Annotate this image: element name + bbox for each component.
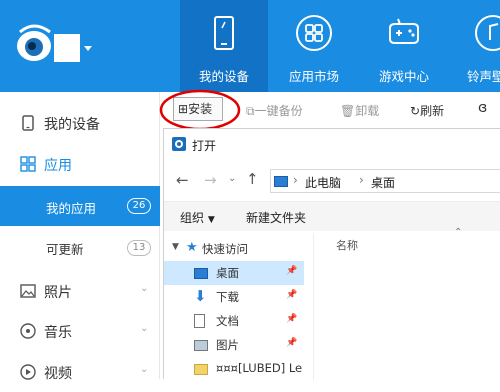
sidebar-item-apps[interactable]: 应用	[0, 144, 160, 184]
app-small-icon	[172, 137, 186, 151]
tab-label: 应用市场	[288, 69, 339, 84]
tab-app-market[interactable]: 应用市场	[270, 0, 358, 92]
tree-item-pictures[interactable]: 图片 📌	[164, 333, 304, 357]
chevron-down-icon: ⌄	[140, 364, 149, 375]
open-file-dialog: 打开 ← → ⌄ ↑ › 此电脑 › 桌面 组织 ▼ 新建文件夹 ▼ ★ 快速访…	[163, 128, 500, 380]
backup-label: 一键备份	[254, 104, 303, 118]
tree-item-documents[interactable]: 文档 📌	[164, 309, 304, 333]
refresh-icon: ↻	[410, 104, 421, 118]
breadcrumb-separator: ›	[293, 173, 298, 187]
tab-label: 游戏中心	[378, 69, 429, 84]
star-icon: ★	[186, 240, 198, 255]
install-label: 安装	[188, 102, 213, 116]
more-icon[interactable]: ɞ	[478, 100, 487, 116]
organize-label: 组织	[180, 211, 205, 225]
folder-icon	[194, 364, 208, 375]
sidebar-item-label: 可更新	[46, 242, 84, 257]
copy-icon: ⧉	[246, 104, 255, 118]
back-arrow-icon[interactable]: ←	[176, 171, 189, 189]
tree-item-label: 下载	[216, 290, 239, 304]
picture-icon	[194, 340, 208, 351]
tree-item-label: 桌面	[216, 266, 239, 280]
plus-icon: ⊞	[178, 102, 189, 116]
tab-ringtones[interactable]: 铃声壁	[455, 0, 500, 92]
chevron-down-icon: ▼	[207, 215, 215, 225]
desktop-icon	[274, 176, 288, 187]
sidebar-item-my-device[interactable]: 我的设备	[0, 103, 160, 143]
sidebar-item-video[interactable]: 视频 ⌄	[0, 352, 160, 392]
music-icon	[475, 15, 500, 51]
sidebar-item-label: 音乐	[44, 325, 72, 341]
tree-item-folder[interactable]: ¤¤¤[LUBED] Le	[164, 357, 314, 381]
sidebar-item-label: 应用	[44, 158, 72, 174]
address-bar[interactable]: › 此电脑 › 桌面	[270, 169, 500, 193]
tab-label: 我的设备	[198, 69, 249, 84]
sidebar-item-my-apps[interactable]: 我的应用 26	[0, 186, 160, 226]
tree-item-downloads[interactable]: ⬇ 下载 📌	[164, 285, 304, 309]
dialog-title: 打开	[192, 139, 217, 153]
phone-icon	[22, 115, 34, 131]
sidebar-item-photos[interactable]: 照片 ⌄	[0, 271, 160, 311]
sidebar-item-music[interactable]: 音乐 ⌄	[0, 311, 160, 351]
app-logo-icon	[17, 24, 92, 62]
photo-icon	[20, 284, 36, 298]
pin-icon: 📌	[286, 314, 298, 324]
address-row: ← → ⌄ ↑ › 此电脑 › 桌面	[164, 159, 500, 201]
navigation-tree: ▼ ★ 快速访问 桌面 📌 ⬇ 下载 📌 文档 📌 图片 📌 ¤¤¤[LUBED…	[164, 233, 314, 380]
uninstall-button[interactable]: 🗑卸载	[340, 102, 379, 119]
video-icon	[20, 364, 36, 380]
tree-item-label: 图片	[216, 338, 239, 352]
column-header-name[interactable]: 名称	[336, 237, 358, 253]
apps-icon	[20, 156, 36, 172]
count-badge: 26	[127, 198, 151, 214]
tree-item-desktop[interactable]: 桌面 📌	[164, 261, 304, 285]
sidebar-item-label: 照片	[44, 285, 72, 301]
backup-button[interactable]: ⧉一键备份	[246, 102, 303, 119]
sidebar-item-updatable[interactable]: 可更新 13	[0, 228, 160, 268]
refresh-label: 刷新	[420, 104, 445, 118]
command-bar: 组织 ▼ 新建文件夹	[164, 201, 500, 231]
organize-button[interactable]: 组织 ▼	[180, 209, 215, 226]
sidebar-item-label: 视频	[44, 366, 72, 382]
forward-arrow-icon[interactable]: →	[204, 171, 217, 189]
tree-item-quick-access[interactable]: ▼ ★ 快速访问	[164, 237, 304, 261]
expand-arrow-icon[interactable]: ▼	[172, 242, 179, 252]
install-button[interactable]: ⊞安装	[173, 97, 223, 121]
desktop-icon	[194, 268, 208, 279]
tree-item-label: ¤¤¤[LUBED] Le	[216, 361, 303, 375]
up-arrow-icon[interactable]: ↑	[246, 170, 259, 188]
pin-icon: 📌	[286, 338, 298, 348]
tab-label: 铃声壁	[467, 69, 500, 84]
sidebar-item-label: 我的应用	[46, 201, 97, 216]
pin-icon: 📌	[286, 266, 298, 276]
sort-arrow-icon: ⌃	[454, 227, 463, 238]
app-grid-icon	[296, 15, 332, 51]
breadcrumb-desktop[interactable]: 桌面	[371, 174, 395, 191]
count-badge: 13	[127, 240, 151, 256]
pin-icon: 📌	[286, 290, 298, 300]
tab-game-center[interactable]: 游戏中心	[360, 0, 448, 92]
chevron-down-icon: ⌄	[140, 323, 149, 334]
tree-item-label: 快速访问	[202, 242, 248, 256]
refresh-button[interactable]: ↻刷新	[410, 102, 444, 119]
sidebar-item-label: 我的设备	[44, 117, 100, 133]
trash-icon: 🗑	[340, 104, 356, 118]
tab-my-device[interactable]: 我的设备	[180, 0, 268, 92]
document-icon	[194, 314, 205, 328]
chevron-down-icon: ⌄	[140, 283, 149, 294]
music-note-icon	[20, 323, 36, 339]
download-arrow-icon: ⬇	[194, 287, 207, 305]
tree-item-label: 文档	[216, 314, 239, 328]
breadcrumb-this-pc[interactable]: 此电脑	[305, 174, 341, 191]
tablet-icon	[214, 16, 234, 50]
dialog-titlebar: 打开	[164, 129, 500, 159]
new-folder-button[interactable]: 新建文件夹	[246, 209, 306, 226]
gamepad-icon	[389, 18, 419, 44]
recent-dropdown-icon[interactable]: ⌄	[228, 173, 236, 184]
uninstall-label: 卸载	[355, 104, 380, 118]
breadcrumb-separator: ›	[359, 173, 364, 187]
